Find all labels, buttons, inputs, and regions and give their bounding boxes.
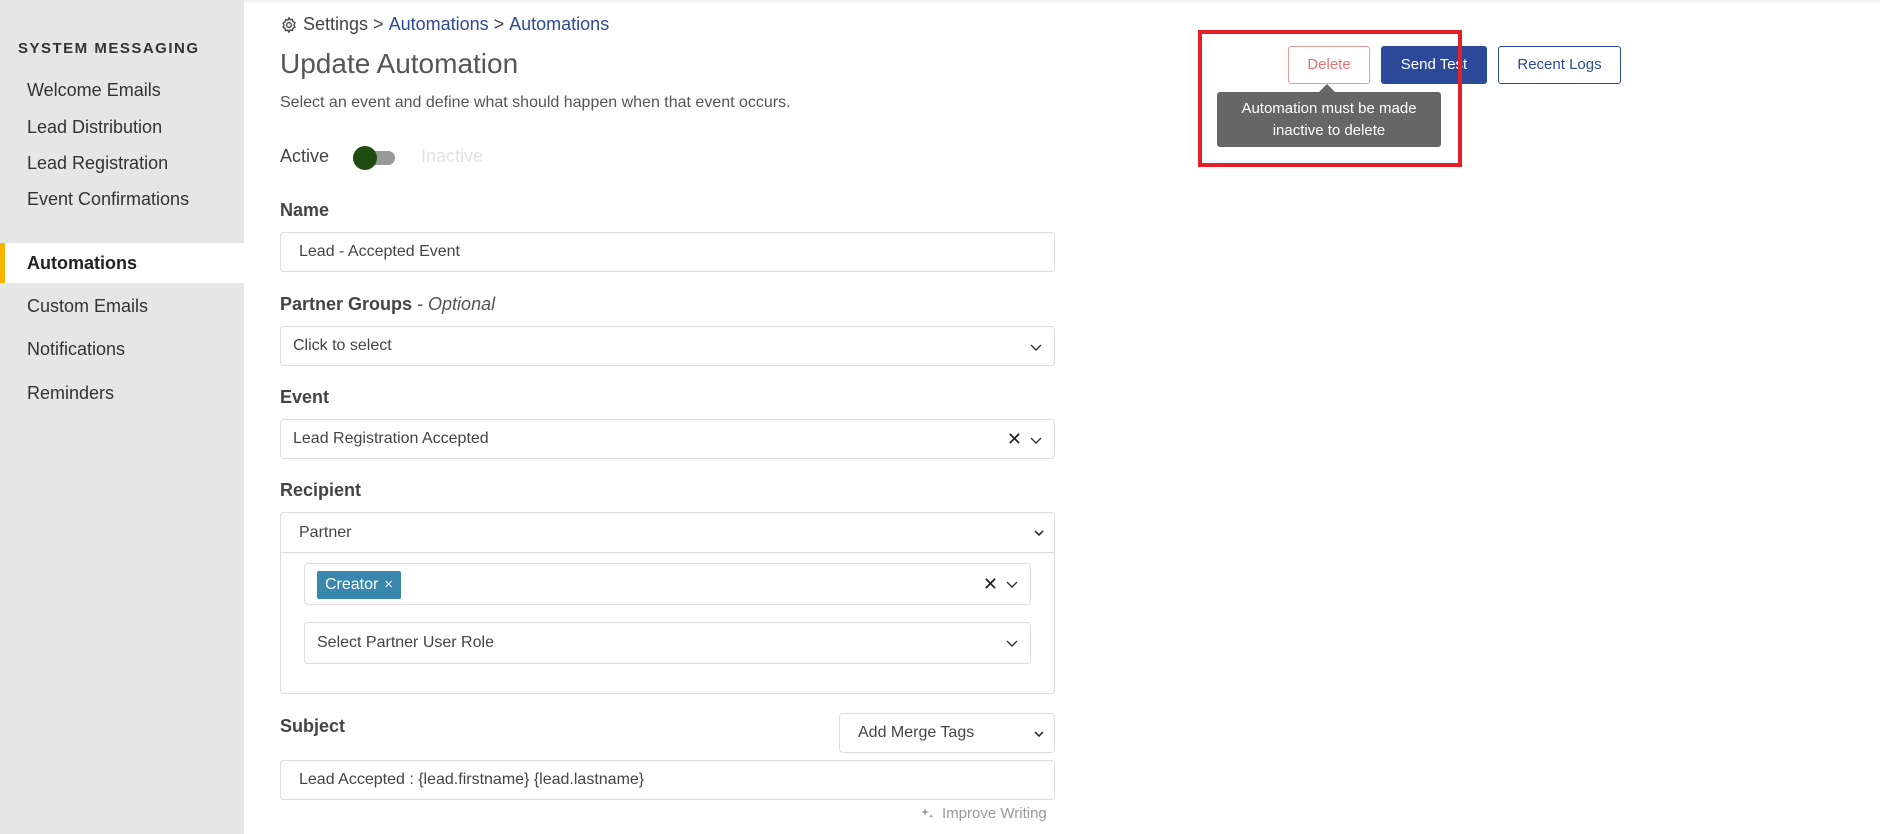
breadcrumb-automations-current[interactable]: Automations bbox=[509, 14, 609, 35]
improve-writing-label: Improve Writing bbox=[942, 805, 1047, 822]
breadcrumb-automations[interactable]: Automations bbox=[389, 14, 489, 35]
creator-tag-label: Creator bbox=[325, 576, 379, 593]
sidebar-item-lead-registration[interactable]: Lead Registration bbox=[0, 143, 244, 183]
sidebar-item-lead-distribution[interactable]: Lead Distribution bbox=[0, 107, 244, 147]
chevron-down-icon bbox=[1034, 731, 1044, 738]
breadcrumb-settings[interactable]: Settings bbox=[303, 14, 368, 35]
sidebar-item-welcome-emails[interactable]: Welcome Emails bbox=[0, 70, 244, 110]
topbar-shadow bbox=[244, 0, 1880, 4]
partner-user-role-placeholder: Select Partner User Role bbox=[317, 634, 494, 651]
subject-input[interactable]: Lead Accepted : {lead.firstname} {lead.l… bbox=[280, 760, 1055, 800]
partner-groups-label: Partner Groups - Optional bbox=[280, 294, 495, 315]
partner-groups-select[interactable]: Click to select bbox=[280, 326, 1055, 366]
page-description: Select an event and define what should h… bbox=[280, 94, 791, 111]
breadcrumb-separator: > bbox=[373, 14, 384, 34]
active-label: Active bbox=[280, 145, 330, 166]
subject-label: Subject bbox=[280, 716, 346, 736]
recipient-user-select[interactable]: Creator × ✕ bbox=[304, 563, 1031, 605]
name-label: Name bbox=[280, 200, 330, 220]
sidebar-item-custom-emails[interactable]: Custom Emails bbox=[0, 286, 244, 326]
creator-tag: Creator × bbox=[317, 571, 402, 599]
sidebar-heading: SYSTEM MESSAGING bbox=[18, 40, 200, 57]
main-content: Settings > Automations > Automations Upd… bbox=[244, 0, 1880, 834]
breadcrumb: Settings > Automations > Automations bbox=[280, 14, 609, 35]
event-value: Lead Registration Accepted bbox=[293, 430, 489, 447]
clear-icon[interactable]: ✕ bbox=[983, 564, 998, 604]
recipient-label: Recipient bbox=[280, 480, 362, 500]
sidebar: SYSTEM MESSAGING Welcome Emails Lead Dis… bbox=[0, 0, 244, 834]
recent-logs-button[interactable]: Recent Logs bbox=[1498, 46, 1621, 84]
active-status-row: Active Inactive bbox=[280, 145, 484, 170]
sparkle-icon bbox=[921, 807, 934, 818]
chevron-down-icon bbox=[1030, 437, 1042, 444]
chevron-down-icon bbox=[1034, 530, 1044, 537]
partner-groups-placeholder: Click to select bbox=[293, 337, 392, 354]
page-title: Update Automation bbox=[280, 48, 519, 79]
improve-writing-button[interactable]: Improve Writing bbox=[920, 805, 1047, 822]
clear-icon[interactable]: ✕ bbox=[1007, 420, 1022, 458]
chevron-down-icon bbox=[1030, 344, 1042, 351]
sidebar-item-notifications[interactable]: Notifications bbox=[0, 329, 244, 369]
sidebar-item-reminders[interactable]: Reminders bbox=[0, 373, 244, 413]
event-select[interactable]: Lead Registration Accepted ✕ bbox=[280, 419, 1055, 459]
partner-user-role-select[interactable]: Select Partner User Role bbox=[304, 622, 1031, 664]
toggle-knob bbox=[353, 146, 378, 170]
inactive-label: Inactive bbox=[421, 145, 484, 166]
merge-tags-label: Add Merge Tags bbox=[858, 724, 975, 741]
sidebar-item-automations[interactable]: Automations bbox=[0, 243, 244, 283]
active-toggle[interactable] bbox=[347, 145, 396, 170]
sidebar-item-event-confirmations[interactable]: Event Confirmations bbox=[0, 179, 244, 219]
event-label: Event bbox=[280, 387, 330, 407]
chevron-down-icon bbox=[1006, 581, 1018, 588]
name-input[interactable]: Lead - Accepted Event bbox=[280, 232, 1055, 272]
recipient-value: Partner bbox=[299, 524, 352, 541]
remove-tag-icon[interactable]: × bbox=[384, 571, 393, 599]
partner-groups-optional: - Optional bbox=[417, 294, 496, 314]
highlight-box bbox=[1198, 30, 1462, 167]
partner-groups-label-text: Partner Groups bbox=[280, 294, 413, 314]
merge-tags-select[interactable]: Add Merge Tags bbox=[839, 713, 1055, 753]
breadcrumb-separator: > bbox=[493, 14, 505, 34]
chevron-down-icon bbox=[1006, 640, 1018, 647]
recipient-panel: Partner Creator × ✕ Select Partner User … bbox=[280, 512, 1055, 694]
recipient-select[interactable]: Partner bbox=[281, 513, 1054, 553]
gear-icon bbox=[282, 16, 296, 33]
